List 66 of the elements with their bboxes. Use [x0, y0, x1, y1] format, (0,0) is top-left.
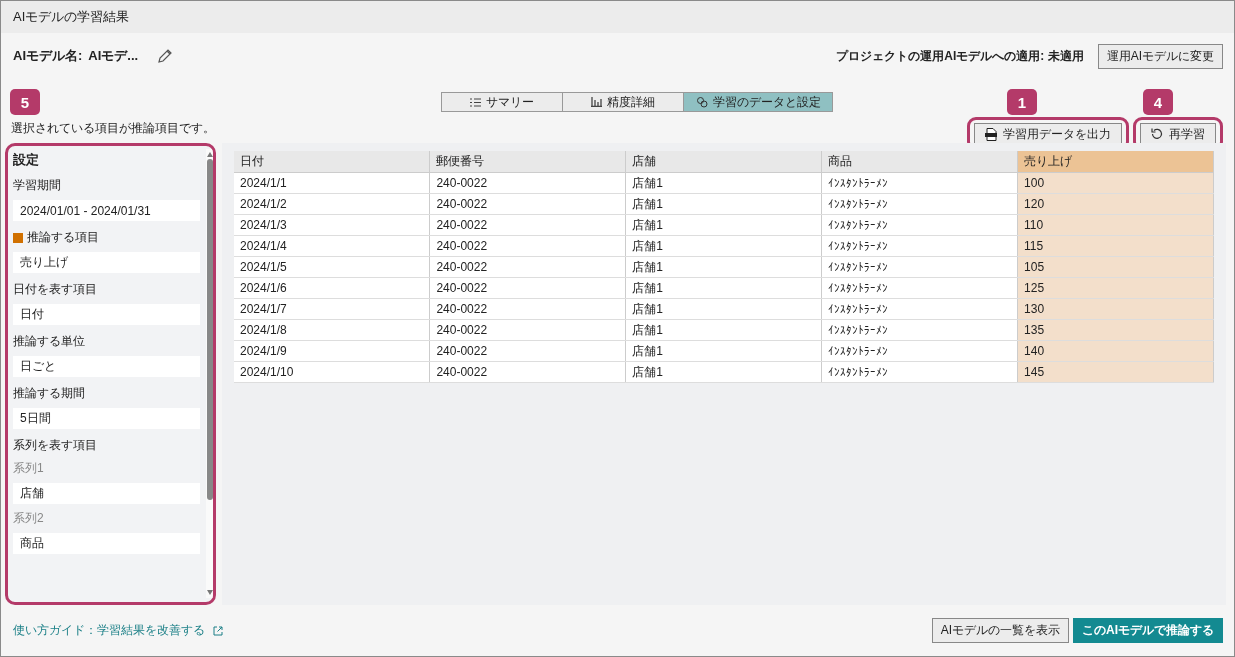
field-value: 日ごと [13, 356, 200, 377]
table-cell: 2024/1/4 [234, 235, 430, 257]
table-cell: 125 [1017, 277, 1214, 299]
callout-badge: 1 [1007, 89, 1037, 115]
run-inference-button[interactable]: このAIモデルで推論する [1073, 618, 1223, 643]
field-label: 系列を表す項目 [13, 437, 97, 454]
settings-title: 設定 [13, 151, 40, 169]
scroll-up-arrow-icon[interactable] [206, 151, 213, 157]
field-value: 5日間 [13, 408, 200, 429]
table-cell: 2024/1/1 [234, 172, 430, 194]
table-cell: 100 [1017, 172, 1214, 194]
table-cell: 105 [1017, 256, 1214, 278]
sub-label: 系列2 [13, 510, 45, 527]
tab[interactable]: サマリー [441, 92, 563, 112]
scrollbar[interactable] [206, 149, 213, 598]
callout-badge: 4 [1143, 89, 1173, 115]
apply-status: プロジェクトの運用AIモデルへの適用: 未適用 [836, 47, 1084, 65]
table-cell: 140 [1017, 340, 1214, 362]
window-title: AIモデルの学習結果 [13, 8, 130, 26]
table-cell: 2024/1/2 [234, 193, 430, 215]
file-icon [985, 127, 997, 141]
field-value: 日付 [13, 304, 200, 325]
table-cell: 2024/1/8 [234, 319, 430, 341]
table-cell: 120 [1017, 193, 1214, 215]
field-value: 2024/01/01 - 2024/01/31 [13, 200, 200, 221]
callout-badge: 5 [10, 89, 40, 115]
field-label: 推論する単位 [13, 333, 85, 350]
column-header: 日付 [234, 151, 430, 173]
guide-link[interactable]: 使い方ガイド：学習結果を改善する [13, 622, 223, 639]
tab[interactable]: 学習のデータと設定 [683, 92, 833, 112]
column-header: 店舗 [625, 151, 822, 173]
retrain-button[interactable]: 再学習 [1140, 123, 1216, 145]
table-cell: 2024/1/6 [234, 277, 430, 299]
table-cell: 135 [1017, 319, 1214, 341]
change-model-button[interactable]: 運用AIモデルに変更 [1097, 43, 1223, 69]
sub-label: 系列1 [13, 460, 45, 477]
field-value: 商品 [13, 533, 200, 554]
column-header: 売り上げ [1017, 151, 1214, 173]
column-header: 郵便番号 [429, 151, 626, 173]
column-header: 商品 [821, 151, 1018, 173]
model-name: AIモデ... [88, 47, 139, 65]
table-cell: 115 [1017, 235, 1214, 257]
table-cell: 2024/1/3 [234, 214, 430, 236]
model-name-label: AIモデル名: [13, 47, 83, 65]
bar-chart-icon [591, 97, 602, 107]
field-label: 学習期間 [13, 177, 61, 194]
scroll-down-arrow-icon[interactable] [206, 590, 213, 596]
table-cell: 145 [1017, 361, 1214, 383]
field-value: 売り上げ [13, 252, 200, 273]
field-value: 店舗 [13, 483, 200, 504]
field-label: 推論する項目 [27, 229, 99, 246]
field-label: 日付を表す項目 [13, 281, 97, 298]
refresh-icon [1151, 128, 1163, 140]
table-cell: 2024/1/10 [234, 361, 430, 383]
table-cell: 130 [1017, 298, 1214, 320]
table-cell: 2024/1/7 [234, 298, 430, 320]
table-cell: 2024/1/5 [234, 256, 430, 278]
tab[interactable]: 精度詳細 [562, 92, 684, 112]
table-cell: 110 [1017, 214, 1214, 236]
field-label: 推論する期間 [13, 385, 85, 402]
table-cell: 2024/1/9 [234, 340, 430, 362]
list-icon [470, 97, 481, 107]
external-link-icon [213, 625, 223, 636]
model-list-button[interactable]: AIモデルの一覧を表示 [931, 618, 1069, 643]
hint-text: 選択されている項目が推論項目です。 [10, 120, 215, 137]
export-data-button[interactable]: 学習用データを出力 [974, 123, 1122, 145]
